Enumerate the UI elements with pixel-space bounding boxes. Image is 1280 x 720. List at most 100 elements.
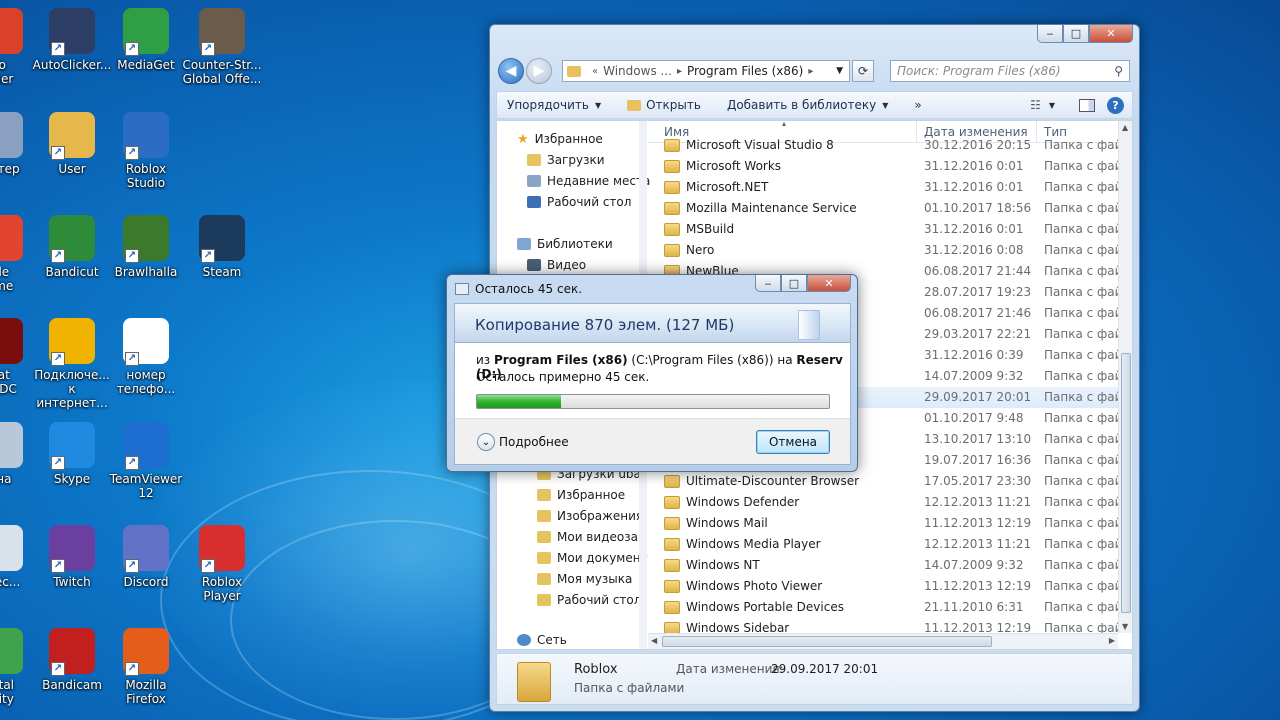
row-date: 12.12.2013 11:21 [924, 537, 1032, 551]
chevron-right-icon[interactable]: ▸ [677, 66, 682, 77]
add-to-library-button[interactable]: Добавить в библиотеку ▼ [727, 98, 888, 112]
desktop-shortcut[interactable]: ↗ Bandicam [32, 628, 112, 692]
table-row[interactable]: Mozilla Maintenance Service 01.10.2017 18… [648, 198, 1118, 219]
more-commands-button[interactable]: » [914, 98, 921, 112]
more-details-button[interactable]: ⌄ Подробнее [477, 433, 569, 451]
folder-icon [664, 160, 680, 173]
table-row[interactable]: Nero 31.12.2016 0:08 Папка с фай [648, 240, 1118, 261]
table-row[interactable]: MSBuild 31.12.2016 0:01 Папка с фай [648, 219, 1118, 240]
table-row[interactable]: Windows Photo Viewer 11.12.2013 12:19 Папк… [648, 576, 1118, 597]
help-icon[interactable]: ? [1107, 96, 1124, 114]
row-date: 17.05.2017 23:30 [924, 474, 1032, 488]
horizontal-scrollbar[interactable]: ◀ ▶ [648, 633, 1118, 649]
table-row[interactable]: Windows NT 14.07.2009 9:32 Папка с фай [648, 555, 1118, 576]
search-input[interactable]: Поиск: Program Files (x86) ⚲ [890, 60, 1130, 82]
scrollbar-thumb[interactable] [662, 636, 992, 647]
table-row[interactable]: Microsoft Works 31.12.2016 0:01 Папка с фа… [648, 156, 1118, 177]
nav-item-my-videos[interactable]: Мои видеозап [537, 527, 646, 547]
desktop-shortcut[interactable]: ↗ AutoClicker... [32, 8, 112, 72]
nav-item-desktop[interactable]: Рабочий стол [527, 192, 631, 212]
open-label: Открыть [646, 98, 701, 112]
roblox-studio-icon: ↗ [123, 112, 169, 160]
nav-item-network[interactable]: Сеть [517, 630, 567, 649]
desktop-shortcut[interactable]: ↗ TeamViewer 12 [106, 422, 186, 500]
chevron-right-icon[interactable]: ▸ [808, 66, 813, 77]
desktop-shortcut[interactable]: ↗ номер телефо... [106, 318, 186, 396]
close-button[interactable]: ✕ [807, 275, 851, 292]
breadcrumb-program-files[interactable]: Program Files (x86) [687, 64, 803, 78]
desktop-shortcut[interactable]: ↗ Steam [182, 215, 262, 279]
search-placeholder: Поиск: Program Files (x86) [897, 64, 1061, 78]
table-row[interactable]: Microsoft Visual Studio 8 30.12.2016 20:1… [648, 135, 1118, 156]
row-date: 28.07.2017 19:23 [924, 285, 1032, 299]
row-name: MSBuild [686, 222, 735, 236]
maximize-button[interactable]: □ [781, 275, 807, 292]
nav-item-sub-desktop[interactable]: Рабочий стол [537, 590, 641, 610]
open-button[interactable]: Открыть [627, 98, 701, 112]
desktop-shortcut[interactable]: ↗ User [32, 112, 112, 176]
desktop-shortcut[interactable]: ↗ Roblox Studio [106, 112, 186, 190]
nav-item-favorites[interactable]: ★ Избранное [517, 129, 603, 149]
nav-item-sub-favorites[interactable]: Избранное [537, 485, 625, 505]
nav-item-video[interactable]: Видео [527, 255, 586, 275]
nav-item-my-documents[interactable]: Мои документ [537, 548, 648, 568]
organize-button[interactable]: Упорядочить ▼ [507, 98, 601, 112]
scroll-up-icon[interactable]: ▲ [1122, 123, 1128, 132]
table-row[interactable]: Microsoft.NET 31.12.2016 0:01 Папка с фай [648, 177, 1118, 198]
dialog-footer: ⌄ Подробнее Отмена [455, 418, 850, 464]
more-label: » [914, 98, 922, 112]
desktop-shortcut[interactable]: ↗ MediaGet [106, 8, 186, 72]
desktop-shortcut[interactable]: ↗ Подключе... к интернет... [32, 318, 112, 410]
nav-item-libraries[interactable]: Библиотеки [517, 234, 613, 254]
nav-item-my-music[interactable]: Моя музыка [537, 569, 632, 589]
details-pane: Roblox Дата изменения: 29.09.2017 20:01 … [496, 653, 1133, 705]
desktop-shortcut[interactable]: ↗ Skype [32, 422, 112, 486]
vertical-scrollbar[interactable]: ▲ ▼ [1118, 121, 1132, 633]
skype-icon: ↗ [49, 422, 95, 470]
address-bar[interactable]: « Windows ... ▸ Program Files (x86) ▸ ▼ [562, 60, 850, 82]
desktop-shortcut[interactable]: ↗ Bandicut [32, 215, 112, 279]
chevron-down-icon[interactable]: ▼ [1049, 101, 1055, 110]
minimize-button[interactable]: ‒ [1037, 25, 1063, 43]
desktop-shortcut[interactable]: ↗ Twitch [32, 525, 112, 589]
search-icon[interactable]: ⚲ [1114, 64, 1123, 78]
table-row[interactable]: Windows Mail 11.12.2013 12:19 Папка с фай [648, 513, 1118, 534]
desktop-shortcut[interactable]: ↗ Roblox Player [182, 525, 262, 603]
breadcrumb-windows[interactable]: Windows ... [603, 64, 672, 78]
table-row[interactable]: Windows Media Player 12.12.2013 11:21 Папк… [648, 534, 1118, 555]
recycle-bin-icon: ↗ [0, 422, 23, 468]
maximize-button[interactable]: □ [1063, 25, 1089, 43]
table-row[interactable]: Ultimate-Discounter Browser 17.05.2017 23… [648, 471, 1118, 492]
row-type: Папка с фай [1044, 432, 1118, 446]
desktop-shortcut[interactable]: ↗ Mozilla Firefox [106, 628, 186, 706]
forward-button[interactable]: ▶ [526, 58, 552, 84]
scroll-left-icon[interactable]: ◀ [651, 636, 657, 645]
refresh-button[interactable]: ⟳ [852, 60, 874, 82]
nav-item-images[interactable]: Изображения [537, 506, 643, 526]
view-options-icon[interactable]: ☷ [1030, 98, 1041, 112]
shortcut-arrow-icon: ↗ [51, 456, 65, 470]
table-row[interactable]: Windows Defender 12.12.2013 11:21 Папка с … [648, 492, 1118, 513]
cancel-button[interactable]: Отмена [756, 430, 830, 454]
row-date: 30.12.2016 20:15 [924, 138, 1032, 152]
source-link[interactable]: Program Files (x86) [494, 353, 628, 367]
preview-pane-icon[interactable] [1079, 98, 1095, 112]
minimize-button[interactable]: ‒ [755, 275, 781, 292]
desktop-shortcut-label: Brawlhalla [114, 265, 178, 279]
dialog-title: Осталось 45 сек. [475, 282, 583, 296]
close-button[interactable]: ✕ [1089, 25, 1133, 43]
scroll-right-icon[interactable]: ▶ [1109, 636, 1115, 645]
discord-icon: ↗ [123, 525, 169, 573]
nav-item-downloads[interactable]: Загрузки [527, 150, 605, 170]
desktop-shortcut[interactable]: ↗ Counter-Str... Global Offe... [182, 8, 262, 86]
table-row[interactable]: Windows Portable Devices 21.11.2010 6:31 П… [648, 597, 1118, 618]
scrollbar-thumb[interactable] [1121, 353, 1131, 613]
folder-icon [517, 662, 551, 702]
scroll-down-icon[interactable]: ▼ [1122, 622, 1128, 631]
back-button[interactable]: ◀ [498, 58, 524, 84]
desktop-shortcut[interactable]: ↗ Discord [106, 525, 186, 589]
shortcut-arrow-icon: ↗ [201, 559, 215, 573]
nav-item-recent[interactable]: Недавние места [527, 171, 650, 191]
desktop-shortcut[interactable]: ↗ Brawlhalla [106, 215, 186, 279]
chevron-down-icon[interactable]: ▼ [836, 66, 843, 76]
